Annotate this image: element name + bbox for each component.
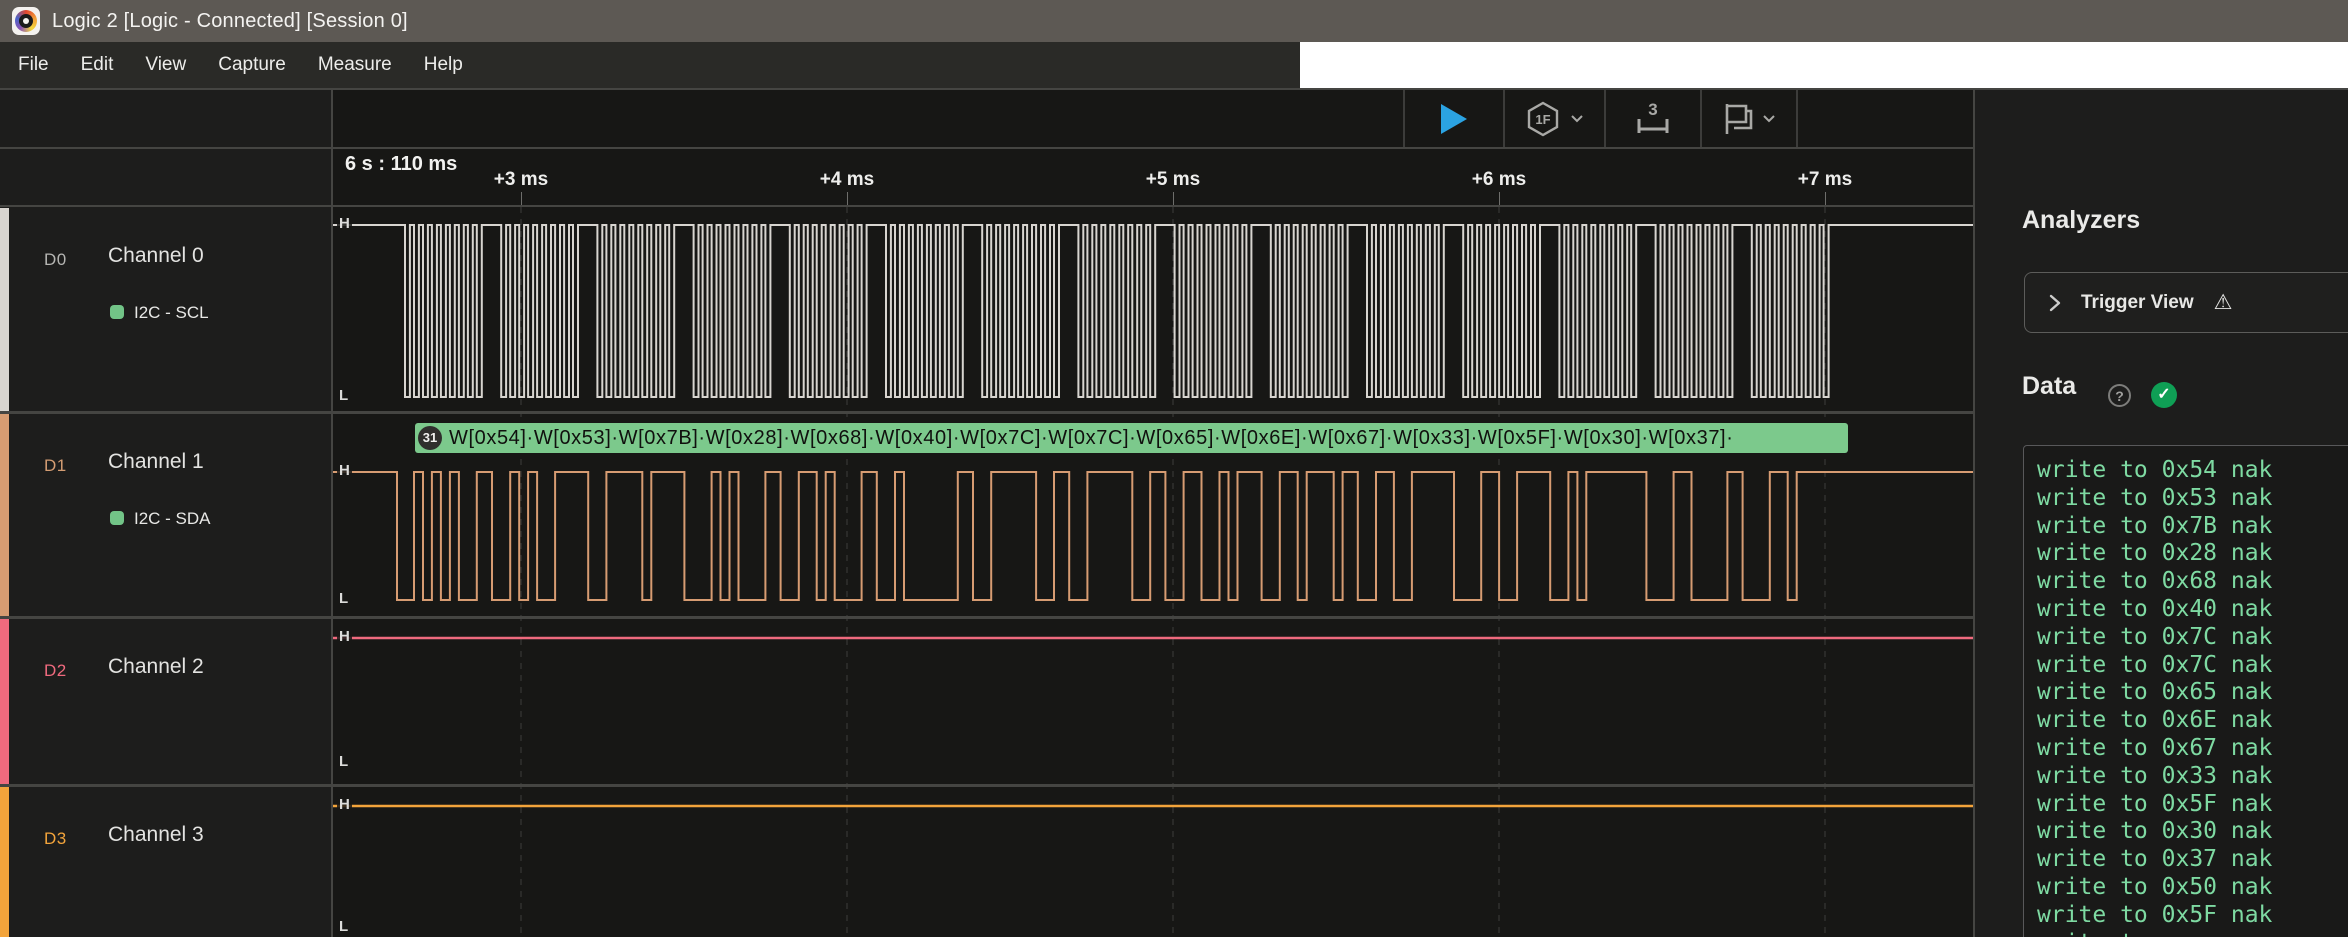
low-level-label: L bbox=[337, 918, 350, 935]
data-row[interactable]: write to 0x54 nak bbox=[2037, 457, 2348, 485]
timeline-tick bbox=[1173, 192, 1174, 205]
help-icon[interactable]: ? bbox=[2108, 384, 2131, 407]
data-row[interactable]: write to 0x40 nak bbox=[2037, 596, 2348, 624]
data-row[interactable]: write to 0x65 nak bbox=[2037, 679, 2348, 707]
low-level-label: L bbox=[337, 387, 350, 404]
window-title: Logic 2 [Logic - Connected] [Session 0] bbox=[52, 10, 408, 33]
timeline-tick-label: +5 ms bbox=[1113, 169, 1233, 191]
channel-color-strip bbox=[0, 414, 9, 616]
channel-id-label: D2 bbox=[44, 661, 67, 681]
trigger-view-label: Trigger View bbox=[2081, 292, 2194, 314]
chevron-down-icon bbox=[1570, 114, 1584, 123]
high-level-label: H bbox=[337, 628, 352, 645]
analyzer-dot-icon bbox=[110, 305, 124, 319]
menu-item-view[interactable]: View bbox=[145, 54, 186, 76]
svg-text:1F: 1F bbox=[1535, 112, 1550, 127]
menu-item-file[interactable]: File bbox=[18, 54, 49, 76]
chevron-down-icon bbox=[1762, 114, 1776, 123]
logic2-window: Logic 2 [Logic - Connected] [Session 0] … bbox=[0, 0, 2348, 937]
timeline-absolute-time: 6 s : 110 ms bbox=[345, 153, 457, 176]
timeline-tick-label: +3 ms bbox=[461, 169, 581, 191]
data-row[interactable]: write to 0x6E nak bbox=[2037, 707, 2348, 735]
menu-item-edit[interactable]: Edit bbox=[81, 54, 114, 76]
divider bbox=[0, 784, 1973, 787]
data-row[interactable]: write to 0x7C nak bbox=[2037, 652, 2348, 680]
timeline-tick-label: +7 ms bbox=[1765, 169, 1885, 191]
data-row[interactable]: write to 0x37 nak bbox=[2037, 846, 2348, 874]
data-row[interactable]: write to 0x33 nak bbox=[2037, 763, 2348, 791]
timeline-tick bbox=[521, 192, 522, 205]
divider bbox=[1973, 90, 1975, 937]
data-row[interactable]: write to 0x7B nak bbox=[2037, 513, 2348, 541]
data-row[interactable]: write to 0x28 nak bbox=[2037, 540, 2348, 568]
svg-text:3: 3 bbox=[1648, 100, 1657, 119]
i2c-decode-bar[interactable]: 31 W[0x54]·W[0x53]·W[0x7B]·W[0x28]·W[0x6… bbox=[415, 423, 1848, 453]
channel-name[interactable]: Channel 3 bbox=[108, 823, 204, 847]
channel-name[interactable]: Channel 2 bbox=[108, 655, 204, 679]
hex-trigger-icon: 1F bbox=[1524, 100, 1562, 138]
sda-trace bbox=[333, 472, 1973, 600]
data-row[interactable]: write to 0x53 nak bbox=[2037, 485, 2348, 513]
low-level-label: L bbox=[337, 753, 350, 770]
channel-color-strip bbox=[0, 619, 9, 784]
timeline-tick-label: +6 ms bbox=[1439, 169, 1559, 191]
menu-item-help[interactable]: Help bbox=[424, 54, 463, 76]
channel-analyzer-tag[interactable]: I2C - SCL bbox=[134, 303, 209, 323]
channel-name[interactable]: Channel 0 bbox=[108, 244, 204, 268]
data-row[interactable]: write to 0x67 nak bbox=[2037, 735, 2348, 763]
divider bbox=[0, 411, 1973, 414]
data-row[interactable]: write to 0x50 nak bbox=[2037, 874, 2348, 902]
low-level-label: L bbox=[337, 590, 350, 607]
channel-id-label: D0 bbox=[44, 250, 67, 270]
data-row[interactable]: write to 0x5F nak bbox=[2037, 791, 2348, 819]
data-row[interactable]: write to 0x68 nak bbox=[2037, 568, 2348, 596]
play-icon bbox=[1440, 103, 1468, 135]
channel-analyzer-tag[interactable]: I2C - SDA bbox=[134, 509, 211, 529]
channel-color-strip bbox=[0, 208, 9, 411]
markers-button[interactable] bbox=[1701, 90, 1796, 147]
measure-icon: 3 bbox=[1635, 100, 1671, 138]
data-ok-icon: ✓ bbox=[2151, 382, 2177, 408]
i2c-decode-text: W[0x54]·W[0x53]·W[0x7B]·W[0x28]·W[0x68]·… bbox=[449, 427, 1733, 450]
data-list[interactable]: write to 0x54 nakwrite to 0x53 nakwrite … bbox=[2023, 445, 2348, 937]
app-logo-icon bbox=[12, 7, 40, 35]
trigger-settings-button[interactable]: 1F bbox=[1504, 90, 1604, 147]
data-row[interactable]: write to 0x7C nak bbox=[2037, 624, 2348, 652]
menu-item-capture[interactable]: Capture bbox=[218, 54, 286, 76]
sidebar: Analyzers I2C ✓ Trigger View ⚠ Data ? ✓ … bbox=[1975, 90, 2348, 937]
analyzers-title: Analyzers bbox=[2022, 206, 2140, 235]
divider bbox=[0, 147, 1973, 149]
chevron-right-icon bbox=[2049, 294, 2061, 312]
data-row[interactable]: write to 0x5F nak bbox=[2037, 902, 2348, 930]
high-level-label: H bbox=[337, 796, 352, 813]
high-level-label: H bbox=[337, 462, 352, 479]
scl-trace bbox=[333, 225, 1973, 397]
timeline-tick-label: +4 ms bbox=[787, 169, 907, 191]
data-row-partial[interactable]: write to bbox=[2037, 930, 2348, 937]
high-level-label: H bbox=[337, 215, 352, 232]
menu-item-measure[interactable]: Measure bbox=[318, 54, 392, 76]
data-row[interactable]: write to 0x30 nak bbox=[2037, 818, 2348, 846]
warning-icon: ⚠ bbox=[2214, 292, 2233, 313]
title-bar: Logic 2 [Logic - Connected] [Session 0] bbox=[0, 0, 2348, 42]
timeline-tick bbox=[847, 192, 848, 205]
channel-id-label: D1 bbox=[44, 456, 67, 476]
channel-name[interactable]: Channel 1 bbox=[108, 450, 204, 474]
flag-icon bbox=[1722, 102, 1754, 136]
divider bbox=[1796, 90, 1798, 147]
play-button[interactable] bbox=[1404, 90, 1503, 147]
divider bbox=[0, 616, 1973, 619]
analyzer-dot-icon bbox=[110, 511, 124, 525]
measure-button[interactable]: 3 bbox=[1605, 90, 1700, 147]
blank-overlay bbox=[1300, 42, 2348, 88]
timeline-tick bbox=[1499, 192, 1500, 205]
channel-color-strip bbox=[0, 787, 9, 937]
waveform-canvas[interactable] bbox=[333, 207, 1973, 937]
trigger-view-toggle[interactable]: Trigger View ⚠ bbox=[2024, 272, 2348, 333]
i2c-frame-count-badge: 31 bbox=[418, 426, 442, 450]
channel-id-label: D3 bbox=[44, 829, 67, 849]
timeline-tick bbox=[1825, 192, 1826, 205]
